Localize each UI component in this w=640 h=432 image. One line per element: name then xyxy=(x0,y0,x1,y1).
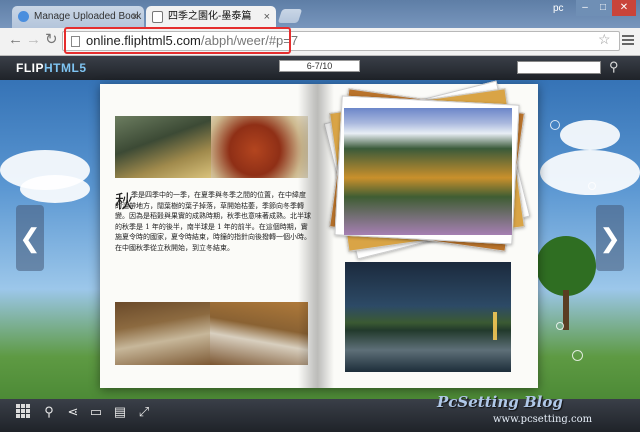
user-profile-label[interactable]: pc xyxy=(553,3,564,14)
minimize-button[interactable]: – xyxy=(576,0,594,16)
tree xyxy=(536,236,596,296)
next-page-arrow[interactable]: ❯ xyxy=(596,205,624,271)
search-icon[interactable]: ⚲ xyxy=(609,59,619,75)
tree-trunk xyxy=(563,290,569,330)
paragraph-text: 季是四季中的一季，在夏季與冬季之間的位置，在中緯度的溫帶地方，闊葉樹的葉子掉落，… xyxy=(115,191,311,252)
cloud xyxy=(560,120,620,150)
tab-label: Manage Uploaded Book xyxy=(34,11,142,22)
close-window-button[interactable]: ✕ xyxy=(612,0,636,16)
zoom-icon[interactable]: ⚲ xyxy=(41,404,57,420)
reload-icon[interactable]: ↻ xyxy=(45,30,58,48)
forest-photo xyxy=(115,116,211,178)
light-reflection xyxy=(493,312,497,340)
chrome-favicon-icon xyxy=(18,11,29,22)
book-spine xyxy=(298,84,334,388)
tab-close-icon[interactable]: × xyxy=(132,6,138,28)
print-icon[interactable]: ▤ xyxy=(112,404,128,420)
logo-part-a: FLIP xyxy=(16,61,44,75)
aspen-forest-photo xyxy=(344,108,512,235)
fullscreen-icon[interactable]: ⤢ xyxy=(136,404,152,420)
url-highlight-box xyxy=(64,27,291,54)
creek-photo xyxy=(210,302,308,365)
bubble xyxy=(550,120,560,130)
logo-part-b: HTML5 xyxy=(44,61,87,75)
tab-close-icon[interactable]: × xyxy=(264,6,270,28)
watermark-title: PcSetting Blog xyxy=(437,393,563,411)
page-favicon-icon xyxy=(152,11,163,23)
night-lake-photo xyxy=(345,262,511,372)
red-tree-photo xyxy=(211,116,308,178)
bubble xyxy=(556,322,564,330)
fliphtml5-logo: FLIPHTML5 xyxy=(16,61,87,75)
tab-manage-uploaded-book[interactable]: Manage Uploaded Book × xyxy=(12,6,144,28)
bubble xyxy=(572,350,583,361)
bubble xyxy=(588,182,596,190)
creek-photo xyxy=(115,302,210,365)
tab-flipbook[interactable]: 四季之園化-墨泰篇 × xyxy=(146,6,276,28)
page-indicator[interactable]: 6-7/10 xyxy=(279,60,360,72)
share-icon[interactable]: ⋖ xyxy=(65,404,81,420)
autumn-paragraph: 季是四季中的一季，在夏季與冬季之間的位置，在中緯度的溫帶地方，闊葉樹的葉子掉落，… xyxy=(115,190,311,253)
maximize-button[interactable]: □ xyxy=(594,0,612,16)
watermark-url: www.pcsetting.com xyxy=(493,414,593,425)
chrome-menu-icon[interactable] xyxy=(622,35,634,47)
cloud xyxy=(20,175,90,203)
back-arrow-icon[interactable]: ← xyxy=(8,31,23,48)
bookmark-star-icon[interactable]: ☆ xyxy=(598,31,611,48)
forward-arrow-icon[interactable]: → xyxy=(26,31,41,48)
previous-page-arrow[interactable]: ❮ xyxy=(16,205,44,271)
thumbnails-icon[interactable] xyxy=(16,404,32,420)
bookmark-icon[interactable]: ▭ xyxy=(88,404,104,420)
tab-label: 四季之園化-墨泰篇 xyxy=(168,11,252,22)
viewer-search-input[interactable] xyxy=(517,61,601,74)
